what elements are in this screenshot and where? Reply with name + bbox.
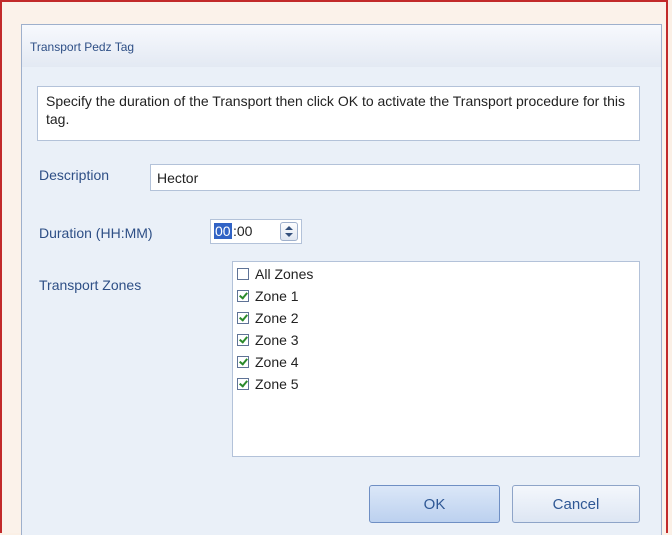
zone-label: Zone 2 xyxy=(255,310,299,326)
zones-list[interactable]: All Zones Zone 1 Zone 2 Zone 3 Zone 4 Zo… xyxy=(232,261,640,457)
description-label: Description xyxy=(39,167,110,183)
spinner-up-icon[interactable] xyxy=(285,226,293,230)
spinner-buttons[interactable] xyxy=(280,222,298,241)
cancel-button[interactable]: Cancel xyxy=(512,485,640,523)
checkbox-icon[interactable] xyxy=(237,268,249,280)
checkbox-checked-icon[interactable] xyxy=(237,312,249,324)
zone-label: Zone 5 xyxy=(255,376,299,392)
description-input[interactable] xyxy=(150,164,640,191)
window-frame: Transport Pedz Tag Specify the duration … xyxy=(0,0,668,535)
zone-label: Zone 1 xyxy=(255,288,299,304)
duration-spinner[interactable]: 00 :00 xyxy=(210,219,302,244)
checkbox-checked-icon[interactable] xyxy=(237,378,249,390)
dialog-titlebar[interactable]: Transport Pedz Tag xyxy=(22,25,661,67)
zone-label: All Zones xyxy=(255,266,314,282)
duration-hours[interactable]: 00 xyxy=(214,223,232,239)
checkbox-checked-icon[interactable] xyxy=(237,356,249,368)
duration-minutes[interactable]: :00 xyxy=(233,223,252,239)
ok-button[interactable]: OK xyxy=(369,485,500,523)
zones-label: Transport Zones xyxy=(39,277,142,293)
duration-label: Duration (HH:MM) xyxy=(39,225,153,241)
checkbox-checked-icon[interactable] xyxy=(237,334,249,346)
spinner-down-icon[interactable] xyxy=(285,233,293,237)
checkbox-checked-icon[interactable] xyxy=(237,290,249,302)
zone-label: Zone 4 xyxy=(255,354,299,370)
transport-dialog: Transport Pedz Tag Specify the duration … xyxy=(21,24,662,535)
instructions-box: Specify the duration of the Transport th… xyxy=(37,86,640,141)
zone-label: Zone 3 xyxy=(255,332,299,348)
dialog-title: Transport Pedz Tag xyxy=(30,40,135,54)
